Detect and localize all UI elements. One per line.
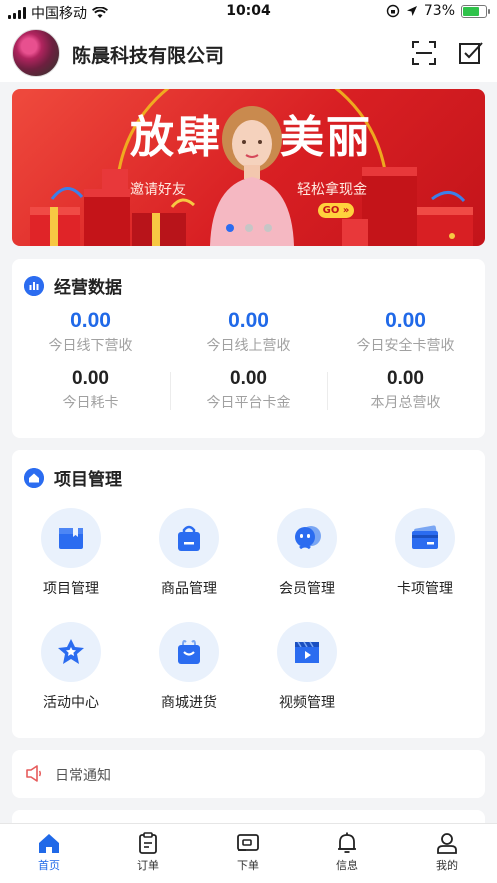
tab-label: 下单 (237, 859, 259, 872)
lock-rotation-icon (386, 4, 400, 18)
stat-offline-revenue[interactable]: 0.00 今日线下营收 (12, 309, 169, 355)
clipboard-icon (139, 832, 157, 854)
stat-label: 今日平台卡金 (206, 395, 291, 411)
grid-item-label: 商城进货 (161, 695, 217, 711)
grid-item-card[interactable]: 卡项管理 (366, 508, 484, 598)
project-management-title: 项目管理 (54, 470, 122, 490)
megaphone-icon (26, 765, 41, 782)
tab-mine[interactable]: 我的 (417, 832, 477, 873)
shopping-bag-icon (178, 525, 200, 551)
stat-platform-card[interactable]: 0.00 今日平台卡金 (170, 368, 327, 412)
grid-item-video[interactable]: 视频管理 (248, 622, 366, 712)
grid-item-member[interactable]: 会员管理 (248, 508, 366, 598)
tab-label: 订单 (137, 859, 159, 872)
stat-label: 今日线下营收 (48, 338, 133, 354)
grid-item-label: 视频管理 (279, 695, 335, 711)
banner-headline-right: 美丽 (280, 112, 372, 163)
tab-messages[interactable]: 信息 (317, 832, 377, 873)
promo-banner[interactable]: 放肆 美丽 邀请好友 轻松拿现金 GO » (12, 89, 485, 246)
user-icon (437, 833, 457, 854)
stat-online-revenue[interactable]: 0.00 今日线上营收 (170, 309, 327, 355)
grid-item-label: 会员管理 (279, 581, 335, 597)
tab-label: 首页 (38, 859, 60, 872)
card-icon (412, 525, 438, 549)
basket-icon (178, 640, 200, 664)
banner-pagination[interactable] (226, 224, 272, 232)
banner-dot[interactable] (226, 224, 234, 232)
grid-item-goods[interactable]: 商品管理 (130, 508, 248, 598)
location-icon (406, 6, 417, 16)
stat-label: 今日耗卡 (62, 395, 119, 411)
stat-value: 0.00 (385, 309, 426, 332)
avatar[interactable] (12, 29, 60, 77)
stat-label: 今日安全卡营收 (356, 338, 455, 354)
scan-icon[interactable] (411, 40, 437, 66)
checklist-icon[interactable] (458, 40, 484, 66)
home-icon (39, 834, 59, 853)
banner-dot[interactable] (245, 224, 253, 232)
bottom-tab-bar: 首页 订单 下单 信息 我的 (0, 823, 497, 883)
stat-value: 0.00 (230, 368, 267, 389)
stat-monthly-revenue[interactable]: 0.00 本月总营收 (327, 368, 484, 412)
banner-subtitle-left: 邀请好友 (130, 182, 186, 198)
grid-item-activity[interactable]: 活动中心 (12, 622, 130, 712)
grid-item-project[interactable]: 项目管理 (12, 508, 130, 598)
tab-label: 我的 (436, 859, 458, 872)
header: 陈晨科技有限公司 (0, 24, 497, 82)
stat-label: 今日线上营收 (206, 338, 291, 354)
banner-headline-left: 放肆 (130, 112, 222, 163)
tab-label: 信息 (336, 859, 358, 872)
stat-value: 0.00 (387, 368, 424, 389)
battery-icon (461, 4, 490, 18)
battery-percent: 73% (423, 3, 455, 19)
tab-place-order[interactable]: 下单 (218, 832, 278, 873)
project-management-card: 项目管理 项目管理 商品管理 会员管理 卡项管理 活动中心 商城进货 视频管理 (12, 450, 485, 738)
stat-label: 本月总营收 (370, 395, 441, 411)
stat-value: 0.00 (72, 368, 109, 389)
card-order-icon (237, 834, 259, 851)
star-icon (58, 639, 84, 664)
member-icon (295, 526, 321, 550)
stat-value: 0.00 (228, 309, 269, 332)
status-bar: 中国移动 10:04 73% (0, 0, 497, 24)
stat-safety-card-revenue[interactable]: 0.00 今日安全卡营收 (327, 309, 484, 355)
video-icon (295, 641, 319, 663)
banner-dot[interactable] (264, 224, 272, 232)
tab-home[interactable]: 首页 (19, 832, 79, 873)
stat-value: 0.00 (70, 309, 111, 332)
bell-icon (338, 832, 356, 853)
grid-item-label: 商品管理 (161, 581, 217, 597)
home-section-icon (24, 467, 44, 488)
stat-card-consumption[interactable]: 0.00 今日耗卡 (12, 368, 169, 412)
grid-item-label: 项目管理 (43, 581, 99, 597)
banner-subtitle-right: 轻松拿现金 (297, 182, 367, 198)
project-icon (59, 528, 83, 549)
business-data-card: 经营数据 0.00 今日线下营收 0.00 今日线上营收 0.00 今日安全卡营… (12, 259, 485, 438)
company-name: 陈晨科技有限公司 (72, 45, 225, 67)
tab-orders[interactable]: 订单 (118, 832, 178, 873)
daily-notice[interactable]: 日常通知 (12, 750, 485, 798)
notice-label: 日常通知 (55, 768, 111, 784)
banner-go-button[interactable]: GO » (318, 203, 354, 218)
grid-item-label: 活动中心 (43, 695, 99, 711)
grid-item-label: 卡项管理 (397, 581, 453, 597)
business-data-title: 经营数据 (54, 278, 122, 298)
grid-item-mall-purchase[interactable]: 商城进货 (130, 622, 248, 712)
chart-icon (24, 275, 44, 296)
